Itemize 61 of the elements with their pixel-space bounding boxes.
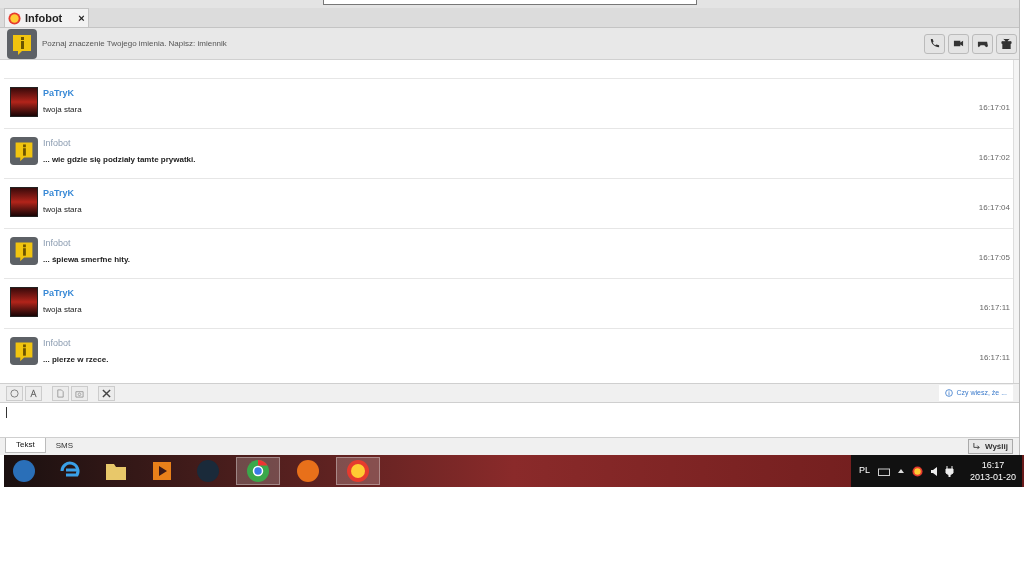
author-name: Infobot bbox=[43, 237, 72, 250]
info-bot-avatar-icon bbox=[10, 137, 38, 165]
author-name: PaTryK bbox=[43, 187, 76, 200]
author-name: PaTryK bbox=[43, 87, 76, 100]
close-button[interactable]: × bbox=[78, 9, 85, 27]
phone-icon bbox=[929, 38, 940, 49]
message-time: 16:17:11 bbox=[979, 302, 1010, 314]
message-text: twoja stara bbox=[43, 103, 82, 116]
sun-taskbar-button[interactable] bbox=[336, 457, 380, 485]
message-text: twoja stara bbox=[43, 303, 82, 316]
user-avatar bbox=[10, 287, 38, 317]
clock[interactable]: 16:17 2013-01-20 bbox=[969, 459, 1016, 483]
tab-title: Infobot bbox=[25, 10, 64, 26]
message-time: 16:17:05 bbox=[978, 252, 1010, 264]
message-input[interactable] bbox=[0, 403, 1019, 437]
message-time: 16:17:01 bbox=[978, 102, 1010, 114]
user-avatar bbox=[10, 187, 38, 217]
tools-button[interactable] bbox=[98, 385, 115, 401]
message-time: 16:17:11 bbox=[979, 352, 1010, 364]
author-name: PaTryK bbox=[43, 287, 76, 300]
info-bot-avatar-icon bbox=[7, 28, 37, 59]
font-icon bbox=[29, 388, 38, 398]
message-text: twoja stara bbox=[43, 203, 82, 216]
banner-text: Poznaj znaczenie Twojego imienia. Napisz: imiennik bbox=[42, 37, 227, 50]
caret-icon[interactable] bbox=[897, 469, 904, 473]
video-camera-button[interactable] bbox=[948, 33, 969, 54]
info-icon bbox=[945, 389, 954, 397]
speaker-icon[interactable] bbox=[930, 466, 937, 476]
media-icon bbox=[150, 459, 174, 483]
chrome-taskbar-button[interactable] bbox=[236, 457, 280, 485]
info-bot-avatar-icon bbox=[10, 337, 38, 365]
power-plug-icon[interactable] bbox=[944, 465, 954, 477]
input-mode-tab[interactable]: SMS bbox=[45, 438, 83, 453]
user-avatar bbox=[10, 87, 38, 117]
smiley-button[interactable] bbox=[6, 385, 23, 401]
message-text: ... wie gdzie się podziały tamte prywatki. bbox=[43, 153, 196, 166]
clock-time: 16:17 bbox=[981, 459, 1005, 471]
return-arrow-icon bbox=[973, 443, 980, 450]
video-camera-icon bbox=[953, 38, 964, 49]
language-indicator[interactable]: PL bbox=[858, 464, 870, 478]
keyboard-icon[interactable] bbox=[877, 466, 890, 476]
chat-tab[interactable]: Infobot × bbox=[4, 8, 89, 27]
gamepad-button[interactable] bbox=[972, 33, 993, 54]
font-button[interactable] bbox=[25, 385, 42, 401]
message-time: 16:17:04 bbox=[978, 202, 1010, 214]
file-icon bbox=[56, 388, 65, 398]
input-mode-tab[interactable]: Tekst bbox=[5, 438, 46, 453]
clock-date: 2013-01-20 bbox=[969, 471, 1016, 483]
camera-icon bbox=[75, 388, 84, 398]
info-bot-avatar-icon bbox=[10, 237, 38, 265]
author-name: Infobot bbox=[43, 137, 72, 150]
message-text: ... śpiewa smerfne hity. bbox=[43, 253, 130, 266]
phone-button[interactable] bbox=[924, 33, 945, 54]
send-label[interactable]: Wyślij bbox=[985, 440, 1008, 453]
send-button[interactable]: Wyślij bbox=[968, 439, 1013, 454]
message-text: ... pierze w rzece. bbox=[43, 353, 109, 366]
message-time: 16:17:02 bbox=[978, 152, 1010, 164]
scrollbar[interactable] bbox=[1013, 60, 1019, 383]
gift-icon bbox=[1001, 38, 1012, 49]
author-name: Infobot bbox=[43, 337, 72, 350]
gift-button[interactable] bbox=[996, 33, 1017, 54]
